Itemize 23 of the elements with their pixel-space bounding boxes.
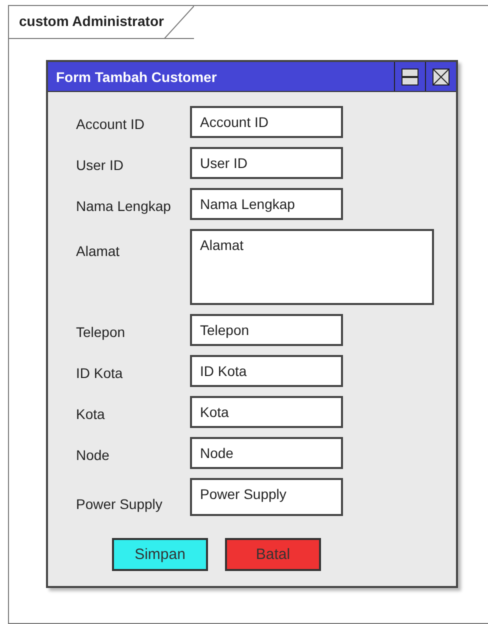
window-title: Form Tambah Customer bbox=[55, 68, 218, 84]
maximize-icon[interactable] bbox=[401, 68, 419, 86]
frame-title: custom Administrator bbox=[9, 6, 194, 39]
field-label: Nama Lengkap bbox=[76, 197, 172, 216]
input-field[interactable]: Telepon bbox=[190, 314, 343, 346]
field-label: Power Supply bbox=[76, 495, 164, 514]
field-label: Node bbox=[76, 446, 110, 465]
input-field[interactable]: Node bbox=[190, 437, 343, 469]
input-field[interactable]: Power Supply bbox=[190, 478, 343, 516]
field-label: User ID bbox=[76, 156, 124, 175]
text-area[interactable]: Alamat bbox=[190, 229, 434, 305]
field-label: Alamat bbox=[76, 242, 121, 261]
field-label: Account ID bbox=[76, 115, 146, 134]
field-label: Telepon bbox=[76, 323, 126, 342]
close-icon[interactable] bbox=[432, 68, 450, 86]
input-field[interactable]: Kota bbox=[190, 396, 343, 428]
input-field[interactable]: User ID bbox=[190, 147, 343, 179]
save-button[interactable]: Simpan bbox=[112, 538, 208, 571]
field-label: Kota bbox=[76, 405, 106, 424]
input-field[interactable]: Account ID bbox=[190, 106, 343, 138]
input-field[interactable]: ID Kota bbox=[190, 355, 343, 387]
input-field[interactable]: Nama Lengkap bbox=[190, 188, 343, 220]
field-label: ID Kota bbox=[76, 364, 124, 383]
